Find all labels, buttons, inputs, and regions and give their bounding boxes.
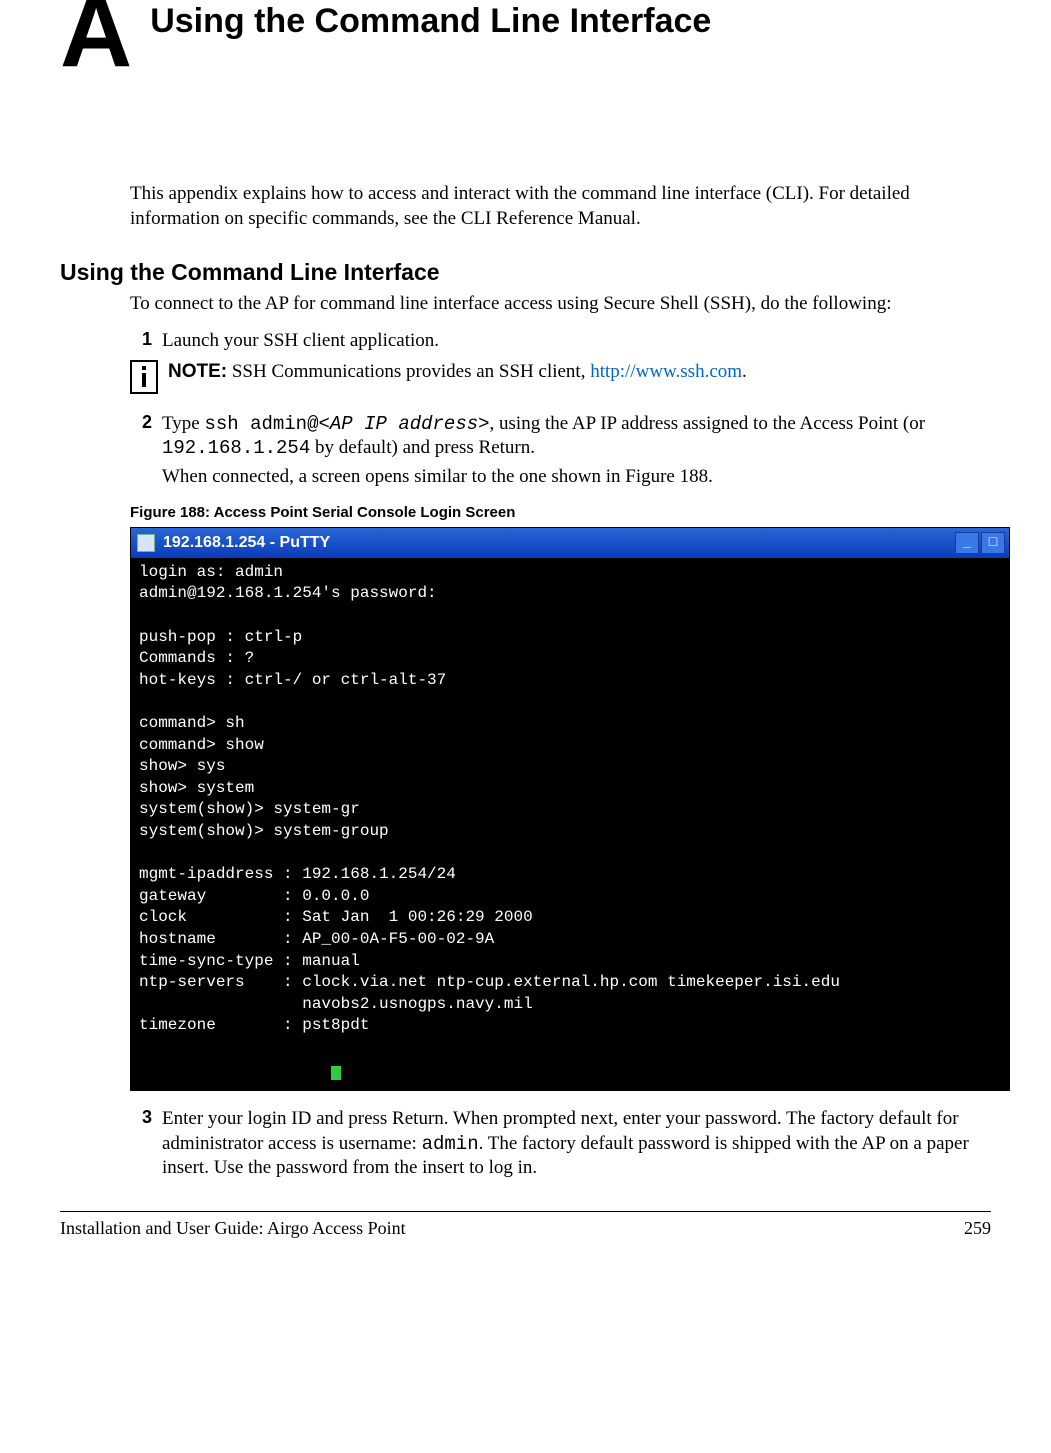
- text: by default) and press Return.: [310, 437, 535, 458]
- footer-page-number: 259: [964, 1218, 991, 1239]
- terminal-line: show> system: [139, 779, 254, 797]
- terminal-line: login as: admin: [139, 563, 283, 581]
- terminal-line: system(show)> system-group: [139, 822, 389, 840]
- intro-paragraph: This appendix explains how to access and…: [130, 182, 991, 231]
- appendix-header: A Using the Command Line Interface: [60, 0, 991, 72]
- terminal-body: login as: admin admin@192.168.1.254's pa…: [131, 558, 1009, 1090]
- terminal-window: 192.168.1.254 - PuTTY _ □ login as: admi…: [130, 527, 1010, 1091]
- step-number: 3: [130, 1107, 152, 1181]
- appendix-title: Using the Command Line Interface: [150, 2, 711, 41]
- terminal-line: command> show: [139, 736, 264, 754]
- step-body: Type ssh admin@<AP IP address>, using th…: [162, 412, 991, 490]
- window-title: 192.168.1.254 - PuTTY: [163, 534, 330, 552]
- appendix-letter: A: [60, 0, 132, 72]
- section-intro: To connect to the AP for command line in…: [130, 292, 991, 317]
- figure-caption: Figure 188: Access Point Serial Console …: [130, 504, 991, 521]
- terminal-line: gateway : 0.0.0.0: [139, 887, 369, 905]
- footer-left: Installation and User Guide: Airgo Acces…: [60, 1218, 406, 1239]
- note-label: NOTE:: [168, 361, 227, 382]
- step-line2: When connected, a screen opens similar t…: [162, 465, 991, 490]
- step-2: 2 Type ssh admin@<AP IP address>, using …: [130, 412, 991, 490]
- note-before: SSH Communications provides an SSH clien…: [227, 361, 590, 382]
- app-icon: [137, 534, 155, 552]
- terminal-line: system(show)> system-gr: [139, 800, 360, 818]
- maximize-button[interactable]: □: [981, 532, 1005, 554]
- terminal-line: navobs2.usnogps.navy.mil: [139, 995, 533, 1013]
- terminal-line: timezone : pst8pdt: [139, 1016, 369, 1034]
- window-buttons: _ □: [955, 532, 1005, 554]
- page-footer: Installation and User Guide: Airgo Acces…: [60, 1211, 991, 1239]
- note-link[interactable]: http://www.ssh.com: [590, 361, 742, 382]
- section-heading: Using the Command Line Interface: [60, 259, 991, 286]
- window-titlebar: 192.168.1.254 - PuTTY _ □: [131, 528, 1009, 558]
- terminal-line: hostname : AP_00-0A-F5-00-02-9A: [139, 930, 494, 948]
- code-ip: 192.168.1.254: [162, 437, 310, 459]
- text: Type: [162, 413, 204, 434]
- code-user: admin: [422, 1133, 479, 1155]
- minimize-button[interactable]: _: [955, 532, 979, 554]
- terminal-line: ntp-servers : clock.via.net ntp-cup.exte…: [139, 973, 840, 991]
- terminal-line: time-sync-type : manual: [139, 952, 360, 970]
- terminal-line: command> sh: [139, 714, 245, 732]
- step-1: 1 Launch your SSH client application.: [130, 329, 991, 354]
- step-number: 1: [130, 329, 152, 354]
- step-body: Enter your login ID and press Return. Wh…: [162, 1107, 991, 1181]
- code: ssh admin@: [204, 413, 318, 435]
- step-list: 1 Launch your SSH client application. NO…: [130, 329, 991, 490]
- step-number: 2: [130, 412, 152, 490]
- step-list-cont: 3 Enter your login ID and press Return. …: [130, 1107, 991, 1181]
- terminal-line: Commands : ?: [139, 649, 254, 667]
- terminal-line: admin@192.168.1.254's password:: [139, 584, 437, 602]
- code-arg: <AP IP address>: [319, 413, 490, 435]
- text: , using the AP IP address assigned to th…: [490, 413, 926, 434]
- terminal-line: push-pop : ctrl-p: [139, 628, 302, 646]
- terminal-line: mgmt-ipaddress : 192.168.1.254/24: [139, 865, 456, 883]
- step-3: 3 Enter your login ID and press Return. …: [130, 1107, 991, 1181]
- terminal-line: show> sys: [139, 757, 225, 775]
- info-icon: [130, 360, 158, 394]
- step-body: Launch your SSH client application.: [162, 329, 991, 354]
- terminal-line: clock : Sat Jan 1 00:26:29 2000: [139, 908, 533, 926]
- terminal-line: hot-keys : ctrl-/ or ctrl-alt-37: [139, 671, 446, 689]
- note-row: NOTE: SSH Communications provides an SSH…: [130, 360, 991, 394]
- note-after: .: [742, 361, 747, 382]
- cursor-icon: [331, 1066, 341, 1080]
- note-text: NOTE: SSH Communications provides an SSH…: [168, 360, 747, 385]
